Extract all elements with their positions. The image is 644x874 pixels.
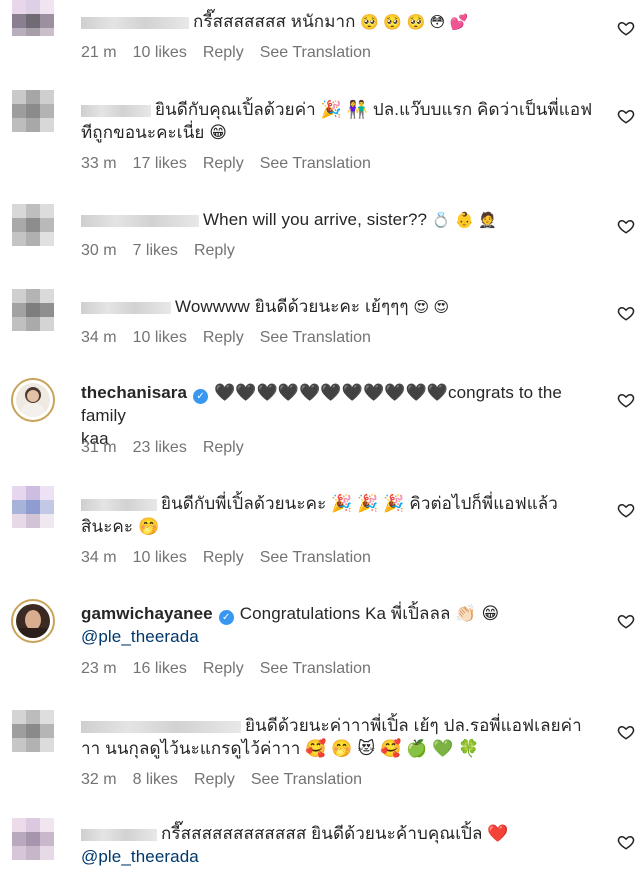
avatar[interactable] — [11, 378, 55, 422]
avatar[interactable] — [12, 0, 54, 36]
blurred-username[interactable] — [81, 720, 241, 733]
avatar[interactable] — [12, 90, 54, 132]
likes-count[interactable]: 16 likes — [133, 660, 187, 677]
comment-body-cont: ทีถูกขอนะคะเนี่ย 😁 — [81, 123, 228, 142]
comment-text: กรี๊สสสสสสส หนักมาก 🥺 🥺 🥺 😳 💕 — [81, 10, 601, 34]
comment-meta: 23 m 16 likes Reply See Translation — [81, 660, 387, 678]
reply-button[interactable]: Reply — [194, 242, 235, 259]
blurred-username[interactable] — [81, 498, 157, 511]
reply-button[interactable]: Reply — [203, 155, 244, 172]
comment-text: Wowwww ยินดีด้วยนะคะ เย้ๆๆๆ 😍 😍 — [81, 295, 601, 319]
comment-meta: 21 m 10 likes Reply See Translation — [81, 44, 387, 62]
mention-link[interactable]: @ple_theerada — [81, 627, 199, 646]
avatar[interactable] — [12, 818, 54, 860]
reply-button[interactable]: Reply — [203, 44, 244, 61]
timestamp: 34 m — [81, 549, 117, 566]
timestamp: 31 m — [81, 439, 117, 456]
timestamp: 30 m — [81, 242, 117, 259]
comment-meta: 30 m 7 likes Reply — [81, 242, 251, 260]
blurred-username[interactable] — [81, 828, 157, 841]
likes-count[interactable]: 10 likes — [133, 549, 187, 566]
comment-text: ยินดีด้วยนะค่าาาพี่เปิ้ล เย้ๆ ปล.รอพี่แอ… — [81, 714, 601, 760]
like-heart-icon[interactable] — [617, 723, 635, 741]
verified-badge-icon: ✓ — [193, 389, 209, 404]
comment-meta: 34 m 10 likes Reply See Translation — [81, 549, 387, 567]
verified-badge-icon: ✓ — [218, 610, 234, 625]
reply-button[interactable]: Reply — [203, 439, 244, 456]
reply-button[interactable]: Reply — [194, 771, 235, 788]
emoji-group: 😍 😍 — [413, 299, 450, 316]
comment-body: ยินดีกับพี่เปิ้ลด้วยนะคะ 🎉 🎉 🎉 คิวต่อไปก… — [161, 494, 558, 513]
comment-body: When will you arrive, sister?? — [203, 210, 428, 229]
like-heart-icon[interactable] — [617, 612, 635, 630]
blurred-username[interactable] — [81, 16, 189, 29]
blurred-username[interactable] — [81, 301, 171, 314]
emoji-group: 💍 👶 🤵 — [431, 212, 497, 229]
emoji-group: 🥺 🥺 🥺 😳 💕 — [360, 14, 469, 31]
see-translation-button[interactable]: See Translation — [260, 329, 371, 346]
timestamp: 32 m — [81, 771, 117, 788]
reply-button[interactable]: Reply — [203, 329, 244, 346]
avatar[interactable] — [12, 289, 54, 331]
like-heart-icon[interactable] — [617, 107, 635, 125]
comment-text: When will you arrive, sister?? 💍 👶 🤵 — [81, 208, 601, 232]
reply-button[interactable]: Reply — [203, 549, 244, 566]
timestamp: 34 m — [81, 329, 117, 346]
username[interactable]: thechanisara — [81, 383, 187, 402]
timestamp: 33 m — [81, 155, 117, 172]
comment-text: กรี๊สสสสสสสสสสสส ยินดีด้วยนะค้าบคุณเปิ้ล… — [81, 822, 601, 868]
timestamp: 21 m — [81, 44, 117, 61]
mention-link[interactable]: @ple_theerada — [81, 847, 199, 866]
comment-body: Wowwww ยินดีด้วยนะคะ เย้ๆๆๆ — [175, 297, 409, 316]
blurred-username[interactable] — [81, 104, 151, 117]
see-translation-button[interactable]: See Translation — [260, 549, 371, 566]
like-heart-icon[interactable] — [617, 391, 635, 409]
avatar[interactable] — [12, 204, 54, 246]
likes-count[interactable]: 7 likes — [133, 242, 178, 259]
like-heart-icon[interactable] — [617, 217, 635, 235]
avatar[interactable] — [12, 486, 54, 528]
see-translation-button[interactable]: See Translation — [260, 155, 371, 172]
comment-body: Congratulations Ka พี่เปิ้ลลล 👏🏻 😁 — [239, 604, 500, 623]
comment-body: ยินดีกับคุณเปิ้ลด้วยค่า 🎉 👫 ปล.แว๊บบแรก … — [155, 100, 593, 119]
avatar[interactable] — [12, 710, 54, 752]
comment-body: กรี๊สสสสสสสสสสสส ยินดีด้วยนะค้าบคุณเปิ้ล… — [161, 824, 509, 843]
comment-meta: 34 m 10 likes Reply See Translation — [81, 329, 387, 347]
comment-body-cont: สินะคะ 🤭 — [81, 517, 160, 536]
see-translation-button[interactable]: See Translation — [260, 44, 371, 61]
comment-body: กรี๊สสสสสสส หนักมาก — [193, 12, 356, 31]
comment-text: gamwichayanee ✓ Congratulations Ka พี่เปิ้… — [81, 602, 601, 648]
avatar[interactable] — [11, 599, 55, 643]
blurred-username[interactable] — [81, 214, 199, 227]
comment-text: ยินดีกับพี่เปิ้ลด้วยนะคะ 🎉 🎉 🎉 คิวต่อไปก… — [81, 492, 601, 538]
timestamp: 23 m — [81, 660, 117, 677]
likes-count[interactable]: 8 likes — [133, 771, 178, 788]
like-heart-icon[interactable] — [617, 304, 635, 322]
like-heart-icon[interactable] — [617, 19, 635, 37]
likes-count[interactable]: 10 likes — [133, 329, 187, 346]
comment-text: ยินดีกับคุณเปิ้ลด้วยค่า 🎉 👫 ปล.แว๊บบแรก … — [81, 98, 601, 144]
see-translation-button[interactable]: See Translation — [251, 771, 362, 788]
like-heart-icon[interactable] — [617, 833, 635, 851]
likes-count[interactable]: 23 likes — [133, 439, 187, 456]
comment-meta: 33 m 17 likes Reply See Translation — [81, 155, 387, 173]
comment-meta: 32 m 8 likes Reply See Translation — [81, 771, 378, 789]
comment-body: ยินดีด้วยนะค่าาาพี่เปิ้ล เย้ๆ ปล.รอพี่แอ… — [245, 716, 582, 735]
comment-meta: 31 m 23 likes Reply — [81, 439, 260, 457]
likes-count[interactable]: 10 likes — [133, 44, 187, 61]
see-translation-button[interactable]: See Translation — [260, 660, 371, 677]
reply-button[interactable]: Reply — [203, 660, 244, 677]
likes-count[interactable]: 17 likes — [133, 155, 187, 172]
comment-body-cont: าา นนกุลดูไว้นะแกรดูไว้ค่าาา 🥰 🤭 😻 🥰 🍏 💚… — [81, 739, 480, 758]
username[interactable]: gamwichayanee — [81, 604, 213, 623]
like-heart-icon[interactable] — [617, 501, 635, 519]
